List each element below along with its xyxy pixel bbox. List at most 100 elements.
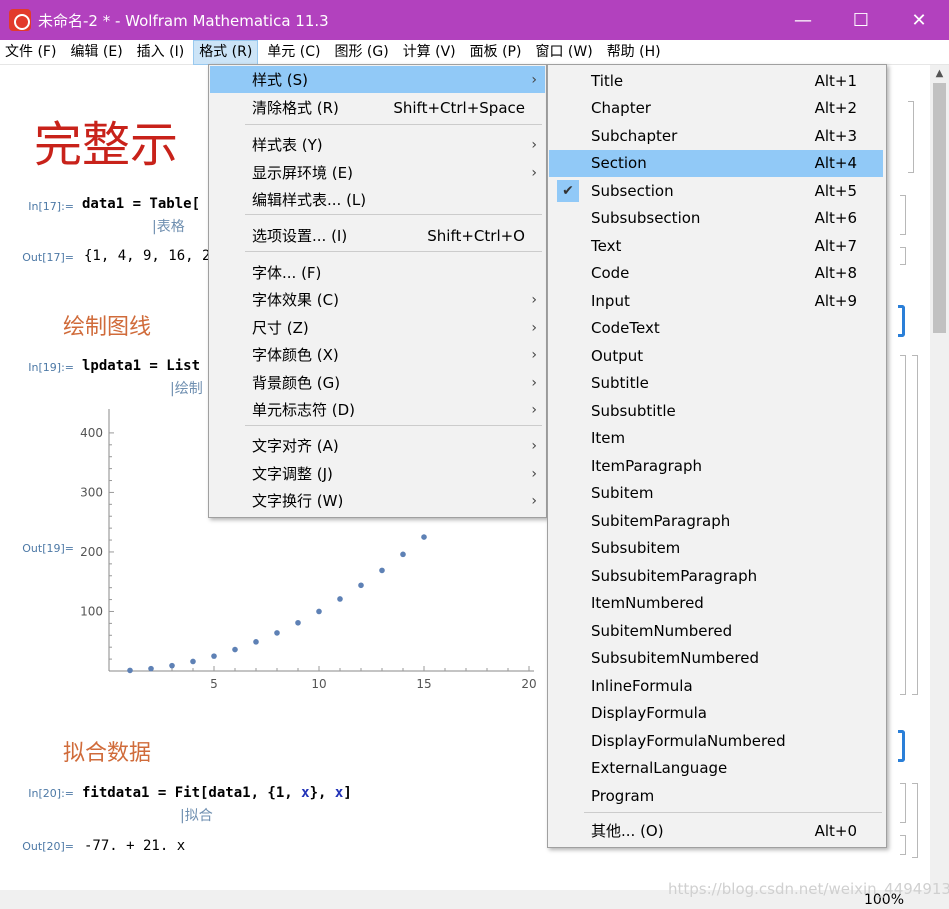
data-point xyxy=(253,639,259,645)
style-menu-item[interactable]: ✔ Subsection Alt+5 xyxy=(549,177,883,204)
style-menu-item[interactable]: Output xyxy=(549,342,883,369)
scrollbar-thumb[interactable] xyxy=(933,83,946,333)
format-menu-item[interactable]: 文字对齐 (A) › xyxy=(210,432,545,459)
style-menu-item[interactable]: ExternalLanguage xyxy=(549,755,883,782)
style-menu-item[interactable]: ItemParagraph xyxy=(549,452,883,479)
format-menu-item[interactable]: 样式表 (Y) › xyxy=(210,131,545,158)
cell-bracket[interactable] xyxy=(900,783,906,823)
style-menu-item[interactable]: Input Alt+9 xyxy=(549,287,883,314)
format-menu-item[interactable]: 样式 (S) › xyxy=(210,66,545,93)
menu-8[interactable]: 窗口 (W) xyxy=(530,40,597,65)
menu-6[interactable]: 计算 (V) xyxy=(398,40,461,65)
cell-bracket[interactable] xyxy=(900,247,906,265)
menu-item-label: InlineFormula xyxy=(591,676,693,695)
style-menu-item[interactable]: Section Alt+4 xyxy=(549,149,883,177)
style-menu-item[interactable]: 其他... (O) Alt+0 xyxy=(549,817,883,844)
style-menu-item[interactable]: Subitem xyxy=(549,480,883,507)
style-menu-item[interactable]: SubsubitemParagraph xyxy=(549,562,883,589)
menu-item-label: Code xyxy=(591,264,630,282)
data-point xyxy=(358,582,364,589)
cell-bracket-selected[interactable] xyxy=(898,305,905,337)
menu-item-label: 编辑样式表... (L) xyxy=(252,191,367,209)
menu-7[interactable]: 面板 (P) xyxy=(465,40,527,65)
cell-bracket[interactable] xyxy=(912,783,918,858)
notebook-title[interactable]: 完整示 xyxy=(34,105,178,175)
menu-5[interactable]: 图形 (G) xyxy=(329,40,393,65)
format-menu-item[interactable]: 单元标志符 (D) › xyxy=(210,396,545,423)
out17-value[interactable]: {1, 4, 9, 16, 25 xyxy=(84,248,219,264)
style-submenu: Title Alt+1 Chapter Alt+2 Subchapter Alt+3 Sec… xyxy=(547,64,887,848)
cell-bracket[interactable] xyxy=(912,355,918,695)
menu-4[interactable]: 单元 (C) xyxy=(262,40,325,65)
format-menu-item[interactable]: 字体颜色 (X) › xyxy=(210,341,545,368)
format-menu-item[interactable]: 编辑样式表... (L) xyxy=(210,186,545,213)
cell-bracket-selected[interactable] xyxy=(898,730,905,762)
section-heading[interactable]: 绘制图线 xyxy=(63,309,151,341)
in20-code[interactable]: fitdata1 = Fit[data1, {1, x}, x] xyxy=(82,785,352,801)
menu-separator xyxy=(584,812,882,813)
style-menu-item[interactable]: Subtitle xyxy=(549,370,883,397)
cell-bracket[interactable] xyxy=(900,835,906,855)
style-menu-item[interactable]: Subsubsection Alt+6 xyxy=(549,205,883,232)
title-bar: 未命名-2 * - Wolfram Mathematica 11.3 — ☐ ✕ xyxy=(0,0,949,40)
style-menu-item[interactable]: DisplayFormulaNumbered xyxy=(549,727,883,754)
out17-label: Out[17]= xyxy=(22,251,74,264)
menu-0[interactable]: 文件 (F) xyxy=(0,40,61,65)
format-menu-item[interactable]: 字体效果 (C) › xyxy=(210,286,545,313)
cell-bracket[interactable] xyxy=(900,355,906,695)
style-menu-item[interactable]: SubitemParagraph xyxy=(549,507,883,534)
section-heading[interactable]: 拟合数据 xyxy=(63,735,151,767)
style-menu-item[interactable]: Subsubitem xyxy=(549,535,883,562)
menu-1[interactable]: 编辑 (E) xyxy=(65,40,127,65)
style-menu-item[interactable]: Program xyxy=(549,782,883,809)
scroll-up-icon[interactable]: ▲ xyxy=(930,65,949,83)
style-menu-item[interactable]: Code Alt+8 xyxy=(549,260,883,287)
menu-item-label: Title xyxy=(591,71,624,90)
format-menu-item[interactable]: 显示屏环境 (E) › xyxy=(210,159,545,186)
format-menu-item[interactable]: 选项设置... (I) Shift+Ctrl+O xyxy=(210,222,545,249)
style-menu-item[interactable]: Chapter Alt+2 xyxy=(549,95,883,122)
format-menu-item[interactable]: 尺寸 (Z) › xyxy=(210,314,545,341)
menu-item-shortcut: Alt+8 xyxy=(814,264,857,282)
minimize-icon[interactable]: — xyxy=(774,0,832,40)
menu-item-label: SubsubitemNumbered xyxy=(591,649,759,667)
style-menu-item[interactable]: ItemNumbered xyxy=(549,590,883,617)
in19-label: In[19]:= xyxy=(28,361,74,374)
style-menu-item[interactable]: DisplayFormula xyxy=(549,700,883,727)
style-menu-item[interactable]: InlineFormula xyxy=(549,672,883,699)
cell-bracket[interactable] xyxy=(900,195,906,235)
data-point xyxy=(421,534,427,540)
style-menu-item[interactable]: Text Alt+7 xyxy=(549,232,883,259)
data-point xyxy=(127,667,133,674)
out20-value[interactable]: -77. + 21. x xyxy=(84,838,185,854)
menu-item-shortcut: Alt+4 xyxy=(814,154,857,172)
format-menu-item[interactable]: 文字换行 (W) › xyxy=(210,487,545,514)
style-menu-item[interactable]: SubitemNumbered xyxy=(549,617,883,644)
cell-bracket[interactable] xyxy=(908,101,914,173)
format-menu-item[interactable]: 背景颜色 (G) › xyxy=(210,369,545,396)
format-menu-item[interactable]: 清除格式 (R) Shift+Ctrl+Space xyxy=(210,94,545,121)
in19-code[interactable]: lpdata1 = List xyxy=(82,358,200,374)
format-menu-item[interactable]: 字体... (F) xyxy=(210,259,545,286)
menu-3[interactable]: 格式 (R) xyxy=(193,39,259,65)
style-menu-item[interactable]: Title Alt+1 xyxy=(549,67,883,94)
chevron-right-icon: › xyxy=(531,164,537,181)
menu-item-label: Subchapter xyxy=(591,126,678,145)
style-menu-item[interactable]: CodeText xyxy=(549,315,883,342)
close-icon[interactable]: ✕ xyxy=(890,0,948,40)
menu-9[interactable]: 帮助 (H) xyxy=(602,40,666,65)
menu-2[interactable]: 插入 (I) xyxy=(132,40,190,65)
style-menu-item[interactable]: SubsubitemNumbered xyxy=(549,645,883,672)
vertical-scrollbar[interactable]: ▲ xyxy=(930,65,949,890)
style-menu-item[interactable]: Item xyxy=(549,425,883,452)
menu-item-label: SubitemNumbered xyxy=(591,621,733,640)
chevron-right-icon: › xyxy=(531,346,537,363)
style-menu-item[interactable]: Subchapter Alt+3 xyxy=(549,122,883,149)
checkmark-icon: ✔ xyxy=(557,179,579,202)
maximize-icon[interactable]: ☐ xyxy=(832,0,890,40)
format-menu-item[interactable]: 文字调整 (J) › xyxy=(210,460,545,487)
data-point xyxy=(337,596,343,602)
style-menu-item[interactable]: Subsubtitle xyxy=(549,397,883,424)
in17-code[interactable]: data1 = Table[ xyxy=(82,196,200,212)
menu-item-label: 单元标志符 (D) xyxy=(252,401,356,419)
